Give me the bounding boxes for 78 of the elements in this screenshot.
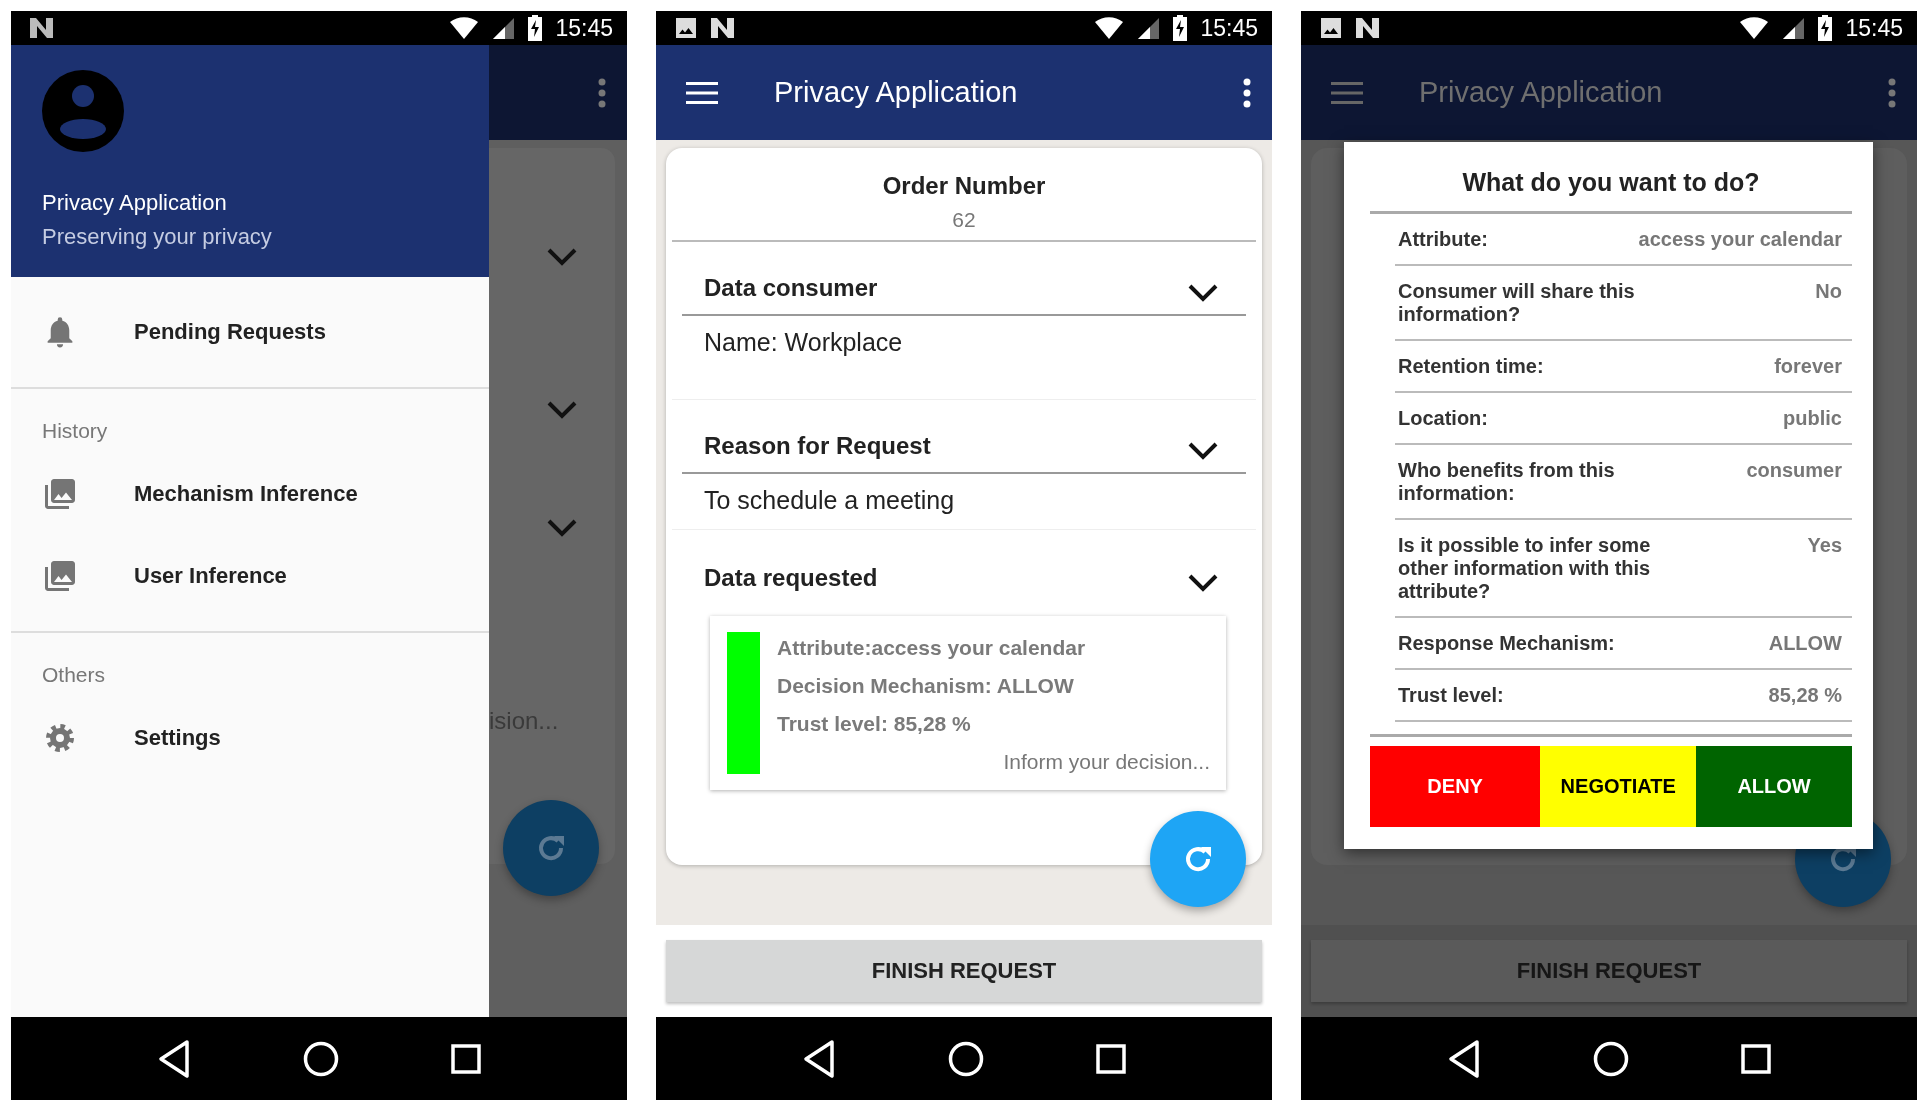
data-item-text: Trust level: 85,28 % bbox=[777, 712, 972, 736]
battery-icon bbox=[1172, 15, 1189, 41]
section-heading: History bbox=[41, 418, 109, 444]
drawer-title: Privacy Application bbox=[42, 190, 228, 216]
field-label: Attribute: bbox=[1398, 228, 1488, 251]
status-time: 15:45 bbox=[1200, 14, 1258, 42]
drawer-item[interactable]: User Inference bbox=[11, 535, 489, 617]
avatar-icon bbox=[42, 70, 124, 152]
section-heading: Others bbox=[41, 662, 107, 688]
recents-icon[interactable] bbox=[1741, 1043, 1771, 1074]
data-item-text: Decision Mechanism: ALLOW bbox=[777, 674, 1075, 698]
field-label: Trust level: bbox=[1398, 684, 1504, 707]
section-text: To schedule a meeting bbox=[672, 474, 1256, 530]
wifi-icon bbox=[1739, 16, 1770, 40]
back-icon[interactable] bbox=[1447, 1038, 1481, 1079]
recents-icon[interactable] bbox=[451, 1043, 481, 1074]
drawer-item[interactable]: Settings bbox=[11, 697, 489, 779]
drawer-item[interactable]: Mechanism Inference bbox=[11, 453, 489, 535]
field-label: Location: bbox=[1398, 407, 1488, 430]
status-time: 15:45 bbox=[1845, 14, 1903, 42]
order-number: 62 bbox=[672, 208, 1256, 242]
field-value: ALLOW bbox=[1768, 632, 1842, 655]
dialog-title: What do you want to do? bbox=[1370, 142, 1852, 214]
more-options-icon[interactable] bbox=[1242, 77, 1252, 108]
field-label: Who benefits from this information: bbox=[1398, 459, 1616, 505]
order-heading: Order Number bbox=[881, 171, 1047, 200]
signal-icon bbox=[1781, 16, 1806, 40]
n-logo-icon bbox=[710, 17, 736, 39]
drawer-subtitle: Preserving your privacy bbox=[42, 224, 273, 250]
n-logo-icon bbox=[1355, 17, 1381, 39]
field-label: Is it possible to infer some other information with this attribute? bbox=[1398, 534, 1652, 603]
home-icon[interactable] bbox=[1593, 1040, 1629, 1077]
chevron-down-icon[interactable] bbox=[1188, 442, 1218, 460]
finish-request-button[interactable]: FINISH REQUEST bbox=[666, 940, 1262, 1002]
menu-icon[interactable] bbox=[686, 80, 718, 105]
section-title: Data consumer bbox=[704, 274, 878, 302]
decision-button[interactable]: ALLOW bbox=[1696, 746, 1852, 827]
inform-decision-link[interactable]: Inform your decision... bbox=[1003, 750, 1210, 774]
app-title: Privacy Application bbox=[1419, 76, 1664, 109]
field-label: Retention time: bbox=[1398, 355, 1544, 378]
field-value: access your calendar bbox=[1638, 228, 1842, 251]
wifi-icon bbox=[449, 16, 480, 40]
section-text: Name: Workplace bbox=[672, 316, 1256, 400]
wifi-icon bbox=[1094, 16, 1125, 40]
field-label: Response Mechanism: bbox=[1398, 632, 1615, 655]
decision-button[interactable]: DENY bbox=[1370, 746, 1541, 827]
signal-icon bbox=[491, 16, 516, 40]
field-value: No bbox=[1815, 280, 1842, 304]
chevron-down-icon[interactable] bbox=[1188, 284, 1218, 302]
status-time: 15:45 bbox=[555, 14, 613, 42]
battery-icon bbox=[1817, 15, 1834, 41]
back-icon[interactable] bbox=[802, 1038, 836, 1079]
home-icon[interactable] bbox=[948, 1040, 984, 1077]
decision-button[interactable]: NEGOTIATE bbox=[1540, 746, 1697, 827]
image-gallery-icon bbox=[45, 479, 75, 509]
image-gallery-icon bbox=[45, 561, 75, 591]
drawer-item[interactable]: Pending Requests bbox=[11, 291, 489, 373]
image-icon bbox=[1319, 16, 1343, 40]
back-icon[interactable] bbox=[157, 1038, 191, 1079]
field-value: Yes bbox=[1807, 534, 1842, 558]
field-value: consumer bbox=[1746, 459, 1842, 483]
app-title: Privacy Application bbox=[774, 76, 1019, 109]
battery-icon bbox=[527, 15, 544, 41]
gear-icon bbox=[45, 723, 75, 753]
section-title: Data requested bbox=[704, 564, 878, 592]
image-icon bbox=[674, 16, 698, 40]
field-label: Consumer will share this information? bbox=[1398, 280, 1636, 326]
home-icon[interactable] bbox=[303, 1040, 339, 1077]
signal-icon bbox=[1136, 16, 1161, 40]
bell-icon bbox=[45, 315, 75, 349]
section-title: Reason for Request bbox=[704, 432, 931, 460]
recents-icon[interactable] bbox=[1096, 1043, 1126, 1074]
chevron-down-icon[interactable] bbox=[1188, 574, 1218, 592]
field-value: public bbox=[1783, 407, 1842, 430]
field-value: 85,28 % bbox=[1768, 684, 1842, 707]
field-value: forever bbox=[1774, 355, 1842, 378]
data-item-text: Attribute:access your calendar bbox=[777, 636, 1087, 660]
n-logo-icon bbox=[29, 17, 55, 39]
